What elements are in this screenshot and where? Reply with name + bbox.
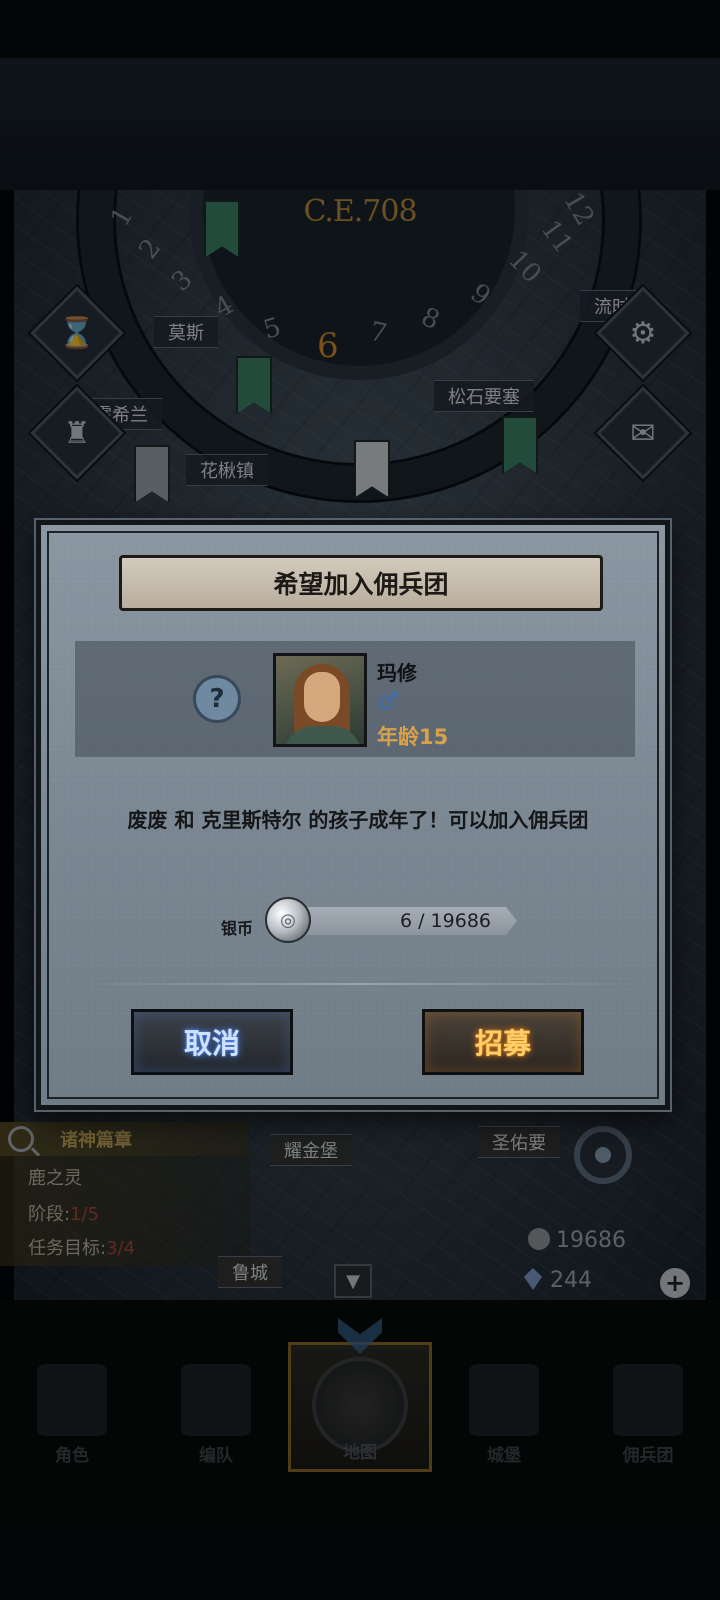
cost-value: 6 / 19686 bbox=[297, 907, 517, 935]
recruit-dialog: 希望加入佣兵团 ? 玛修 ♂ 年龄15 废废 和 克里斯特尔 的孩子成年了！可以… bbox=[36, 520, 670, 1110]
cancel-button[interactable]: 取消 bbox=[131, 1009, 293, 1075]
recruit-button[interactable]: 招募 bbox=[422, 1009, 584, 1075]
portrait-face bbox=[304, 672, 340, 722]
question-icon[interactable]: ? bbox=[193, 675, 241, 723]
divider bbox=[81, 983, 635, 985]
character-age: 年龄15 bbox=[377, 725, 449, 749]
character-name: 玛修 bbox=[377, 661, 417, 685]
silver-coin-icon: ◎ bbox=[265, 897, 311, 943]
cost-label: 银币 bbox=[221, 919, 254, 938]
dialog-message: 废废 和 克里斯特尔 的孩子成年了！可以加入佣兵团 bbox=[127, 808, 589, 832]
character-portrait[interactable] bbox=[273, 653, 367, 747]
male-icon: ♂ bbox=[377, 687, 399, 715]
dialog-title: 希望加入佣兵团 bbox=[119, 555, 603, 611]
